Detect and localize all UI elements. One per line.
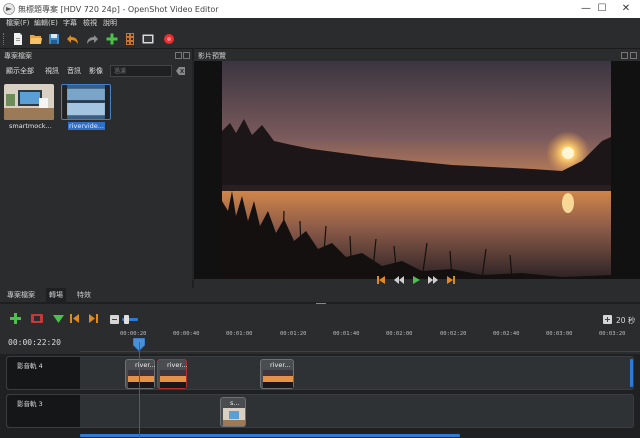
panel-float-icon[interactable]: [175, 52, 182, 59]
zoom-in-icon[interactable]: [603, 315, 612, 324]
ruler-tick-label: 00:03:00: [546, 331, 573, 337]
file-label: rivervide...: [68, 122, 105, 130]
menu-edit[interactable]: 編輯(E): [34, 18, 58, 29]
menu-help[interactable]: 說明: [103, 18, 117, 29]
filter-bar: 顯示全部 視訊 音訊 影像: [0, 61, 192, 79]
track-name: 影音軌 4: [17, 362, 43, 370]
previous-marker-icon[interactable]: [70, 313, 80, 324]
clip-label: river...: [270, 361, 291, 369]
add-track-icon[interactable]: [10, 313, 21, 324]
menu-view[interactable]: 檢視: [83, 18, 97, 29]
main-toolbar: [0, 29, 640, 49]
panel-close-icon[interactable]: [630, 52, 637, 59]
timeline-toolbar: 20 秒: [0, 304, 640, 328]
zoom-out-icon[interactable]: [110, 315, 119, 324]
clip-thumbnail: [223, 408, 245, 426]
clip-label: s...: [230, 399, 240, 407]
ruler-tick-label: 00:03:20: [599, 331, 626, 337]
project-files-panel: 專案檔案 顯示全部 視訊 音訊 影像 smartmock...: [0, 49, 192, 288]
open-project-icon[interactable]: [29, 32, 43, 46]
filter-audio[interactable]: 音訊: [67, 66, 81, 76]
track-header[interactable]: 影音軌 4: [7, 357, 80, 389]
bottom-tabs: 專案檔案 轉場 特效: [0, 288, 640, 302]
rewind-icon[interactable]: [394, 275, 404, 285]
video-canvas[interactable]: [194, 61, 640, 279]
zoom-level-label: 20 秒: [616, 316, 636, 325]
track-scroll-indicator[interactable]: [630, 359, 633, 387]
window-title: 無標題專案 [HDV 720 24p] - OpenShot Video Edi…: [18, 5, 219, 14]
tab-effects[interactable]: 特效: [74, 288, 94, 302]
ruler-tick-label: 00:00:40: [173, 331, 200, 337]
video-preview-panel: 影片預覽: [194, 49, 640, 288]
jump-start-icon[interactable]: [376, 275, 386, 285]
timeline-tracks: 影音軌 4 river... river... river... 影音軌 3 s…: [0, 354, 640, 438]
import-files-icon[interactable]: [105, 32, 119, 46]
playback-controls: [194, 276, 640, 288]
timeline-ruler[interactable]: 00:00:22:20 00:00:20 00:00:40 00:01:00 0…: [0, 328, 640, 354]
save-project-icon[interactable]: [47, 32, 61, 46]
openshot-logo-icon: [3, 3, 15, 15]
jump-end-icon[interactable]: [446, 275, 456, 285]
ruler-tick-label: 00:02:40: [493, 331, 520, 337]
clip-thumbnail: [263, 370, 293, 388]
file-thumbnail: [61, 84, 111, 120]
track-row[interactable]: 影音軌 3 s...: [6, 394, 634, 428]
filter-image[interactable]: 影像: [89, 66, 103, 76]
playhead-line: [139, 342, 140, 438]
timeline-horizontal-scrollbar[interactable]: [80, 434, 460, 437]
clear-filter-icon[interactable]: [176, 67, 185, 75]
clip-thumbnail: [160, 370, 186, 388]
menu-bar: 檔案(F) 編輯(E) 字幕 檢視 說明: [0, 18, 640, 29]
ruler-ticks: [80, 351, 640, 352]
undo-icon[interactable]: [66, 32, 80, 46]
current-timecode: 00:00:22:20: [8, 338, 61, 347]
play-icon[interactable]: [411, 275, 421, 285]
tab-transitions[interactable]: 轉場: [46, 288, 66, 302]
fast-forward-icon[interactable]: [428, 275, 438, 285]
profile-icon[interactable]: [123, 32, 137, 46]
ruler-tick-label: 00:02:20: [440, 331, 467, 337]
ruler-tick-label: 00:00:20: [120, 331, 147, 337]
toolbar-grip: [3, 33, 5, 45]
timeline-clip[interactable]: river...: [157, 359, 188, 389]
file-item-selected[interactable]: rivervide...: [60, 84, 112, 132]
filter-video[interactable]: 視訊: [45, 66, 59, 76]
timeline-clip[interactable]: river...: [125, 359, 156, 389]
file-grid: smartmock... rivervide...: [0, 81, 192, 286]
file-item[interactable]: smartmock...: [4, 84, 56, 132]
clip-thumbnail: [128, 370, 154, 388]
track-header[interactable]: 影音軌 3: [7, 395, 80, 427]
clip-label: river...: [167, 361, 188, 369]
export-icon[interactable]: [162, 32, 176, 46]
timeline-clip[interactable]: river...: [260, 359, 294, 389]
new-project-icon[interactable]: [11, 32, 25, 46]
next-marker-icon[interactable]: [88, 313, 98, 324]
zoom-slider-handle[interactable]: [124, 315, 129, 324]
panel-float-icon[interactable]: [621, 52, 628, 59]
close-button[interactable]: ✕: [612, 0, 640, 18]
track-name: 影音軌 3: [17, 400, 43, 408]
ruler-tick-label: 00:01:00: [226, 331, 253, 337]
file-thumbnail: [4, 84, 54, 120]
ruler-tick-label: 00:01:40: [333, 331, 360, 337]
snap-icon[interactable]: [31, 313, 43, 324]
ruler-tick-label: 00:02:00: [386, 331, 413, 337]
track-row[interactable]: 影音軌 4 river... river... river...: [6, 356, 634, 390]
menu-file[interactable]: 檔案(F): [6, 18, 30, 29]
ruler-tick-label: 00:01:20: [280, 331, 307, 337]
video-frame: [222, 61, 611, 279]
fullscreen-icon[interactable]: [141, 32, 155, 46]
panel-close-icon[interactable]: [183, 52, 190, 59]
menu-titles[interactable]: 字幕: [63, 18, 77, 29]
redo-icon[interactable]: [85, 32, 99, 46]
tab-project-files[interactable]: 專案檔案: [4, 288, 38, 302]
title-bar: 無標題專案 [HDV 720 24p] - OpenShot Video Edi…: [0, 0, 640, 18]
file-label: smartmock...: [9, 122, 52, 130]
filter-show-all[interactable]: 顯示全部: [6, 66, 34, 76]
filter-search-input[interactable]: [110, 65, 172, 77]
add-marker-icon[interactable]: [53, 313, 64, 324]
timeline-clip[interactable]: s...: [220, 397, 246, 427]
